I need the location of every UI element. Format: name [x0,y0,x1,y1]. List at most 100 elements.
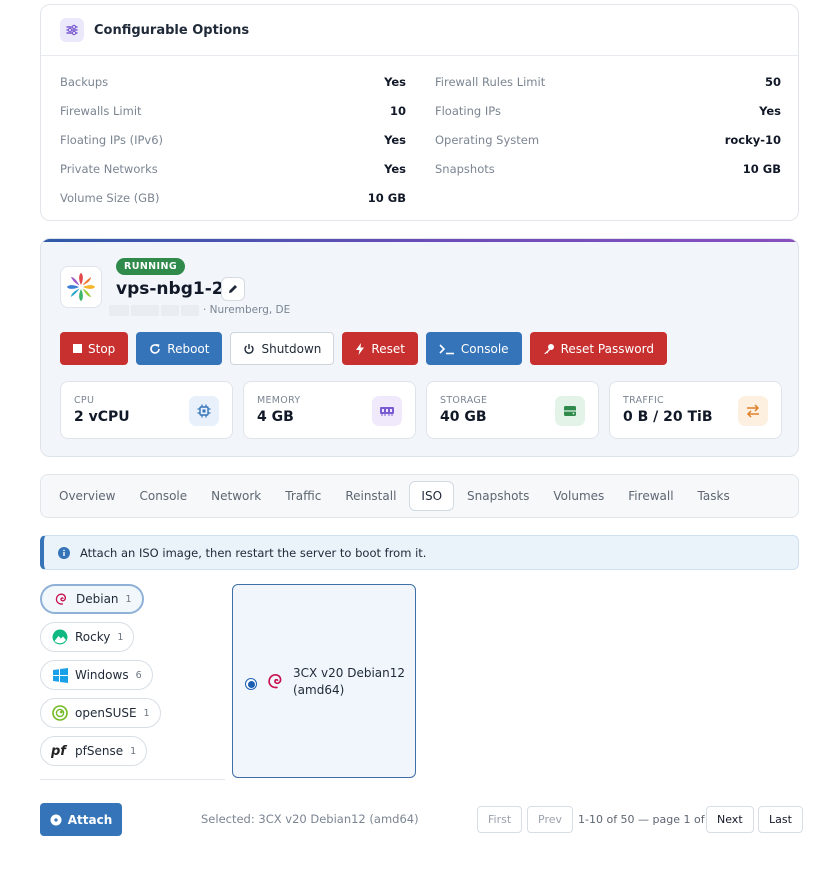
reset-password-button[interactable]: Reset Password [529,332,667,365]
pagination-info: 1-10 of 50 — page 1 of 5 [578,813,716,826]
ip-address-masked [109,305,199,316]
tab-overview[interactable]: Overview [48,481,127,511]
attach-label: Attach [67,812,113,827]
os-filter-list: Debian 1 Rocky 1 Windows 6 openSUSE 1 pf… [40,584,225,780]
server-stats: CPU 2 vCPU MEMORY 4 GB STORAGE 40 GB TRA… [60,381,782,439]
power-icon [243,343,255,355]
stop-label: Stop [88,341,116,356]
first-page-button[interactable]: First [477,806,523,833]
option-value: rocky-10 [724,132,781,147]
reboot-label: Reboot [167,341,210,356]
option-label: Floating IPs (IPv6) [60,132,164,147]
debian-icon [52,590,70,608]
pencil-icon [229,285,237,293]
os-filter-windows[interactable]: Windows 6 [40,660,153,690]
info-notice: Attach an ISO image, then restart the se… [40,535,799,570]
os-count: 1 [117,631,124,643]
tab-console[interactable]: Console [129,481,199,511]
console-button[interactable]: Console [425,332,522,365]
pfsense-icon: pf [51,742,69,760]
cpu-stat: CPU 2 vCPU [60,381,233,439]
option-label: Private Networks [60,161,158,176]
prev-page-button[interactable]: Prev [527,806,573,833]
os-count: 1 [143,707,150,719]
info-notice-text: Attach an ISO image, then restart the se… [80,545,427,560]
server-location: · Nuremberg, DE [203,304,291,316]
reset-label: Reset [371,341,405,356]
server-logo [60,266,102,308]
storage-value: 40 GB [440,409,487,425]
option-label: Firewalls Limit [60,103,142,118]
server-name: vps-nbg1-24 [116,279,236,299]
tab-traffic[interactable]: Traffic [274,481,332,511]
tab-firewall[interactable]: Firewall [617,481,684,511]
memory-icon [372,396,402,426]
tab-iso[interactable]: ISO [409,481,455,511]
reset-button[interactable]: Reset [342,332,418,365]
os-filter-rocky[interactable]: Rocky 1 [40,622,135,652]
configurable-options-card: Configurable Options Backups Yes Firewall… [40,4,799,221]
reset-password-label: Reset Password [560,341,654,356]
os-filter-debian[interactable]: Debian 1 [40,584,144,614]
info-icon [58,546,70,559]
options-grid: Backups Yes Firewall Rules Limit 50 Firewa… [60,67,781,212]
next-page-button[interactable]: Next [706,806,754,833]
os-name: Windows [75,668,129,682]
server-tabs: Overview Console Network Traffic Reinsta… [40,474,799,518]
server-actions: Stop Reboot Shutdown Reset Console Reset… [60,332,667,365]
selected-iso-text: Selected: 3CX v20 Debian12 (amd64) [201,812,419,826]
tab-reinstall[interactable]: Reinstall [334,481,407,511]
server-card: RUNNING vps-nbg1-24 · Nuremberg, DE Stop… [40,238,799,457]
storage-stat: STORAGE 40 GB [426,381,599,439]
option-row: Operating System rocky-10 [435,125,781,154]
edit-name-button[interactable] [221,277,245,301]
option-value: 10 [389,103,406,118]
status-badge: RUNNING [116,258,186,275]
iso-option-name: 3CX v20 Debian12 (amd64) [293,666,406,697]
reboot-button[interactable]: Reboot [136,332,223,365]
svg-text:pf: pf [51,744,68,758]
tab-volumes[interactable]: Volumes [542,481,615,511]
os-filter-pfsense[interactable]: pf pfSense 1 [40,736,148,766]
traffic-label: TRAFFIC [623,395,664,406]
option-row: Firewall Rules Limit 50 [435,67,781,96]
console-label: Console [460,341,509,356]
option-label: Volume Size (GB) [60,190,160,205]
os-count: 1 [130,745,137,757]
attach-button[interactable]: Attach [40,803,122,836]
option-value: 10 GB [742,161,781,176]
option-value: Yes [759,103,781,118]
shutdown-label: Shutdown [261,341,322,356]
tab-tasks[interactable]: Tasks [687,481,741,511]
stop-icon [73,344,82,353]
disc-icon [50,814,62,826]
iso-radio-selected[interactable] [245,678,257,690]
transfer-arrows-icon [738,396,768,426]
option-label: Floating IPs [435,103,501,118]
option-value: Yes [384,161,406,176]
option-row: Volume Size (GB) 10 GB [60,183,406,212]
tab-network[interactable]: Network [200,481,272,511]
option-row: Floating IPs Yes [435,96,781,125]
stop-button[interactable]: Stop [60,332,129,365]
configurable-options-header: Configurable Options [41,5,798,56]
server-card-accent [41,239,798,242]
memory-value: 4 GB [257,409,294,425]
memory-label: MEMORY [257,395,301,406]
debian-icon [266,672,284,693]
terminal-icon [439,343,455,355]
os-filter-opensuse[interactable]: openSUSE 1 [40,698,161,728]
rocky-brand-icon [67,273,95,301]
tab-snapshots[interactable]: Snapshots [456,481,540,511]
windows-icon [51,666,69,684]
last-page-button[interactable]: Last [758,806,803,833]
os-name: pfSense [75,744,124,758]
option-row: Snapshots 10 GB [435,154,781,183]
hard-drive-icon [555,396,585,426]
option-row: Firewalls Limit 10 [60,96,406,125]
storage-label: STORAGE [440,395,488,406]
option-row: Backups Yes [60,67,406,96]
iso-option-card[interactable]: 3CX v20 Debian12 (amd64) [232,584,416,778]
os-count: 6 [135,669,142,681]
shutdown-button[interactable]: Shutdown [230,332,335,365]
